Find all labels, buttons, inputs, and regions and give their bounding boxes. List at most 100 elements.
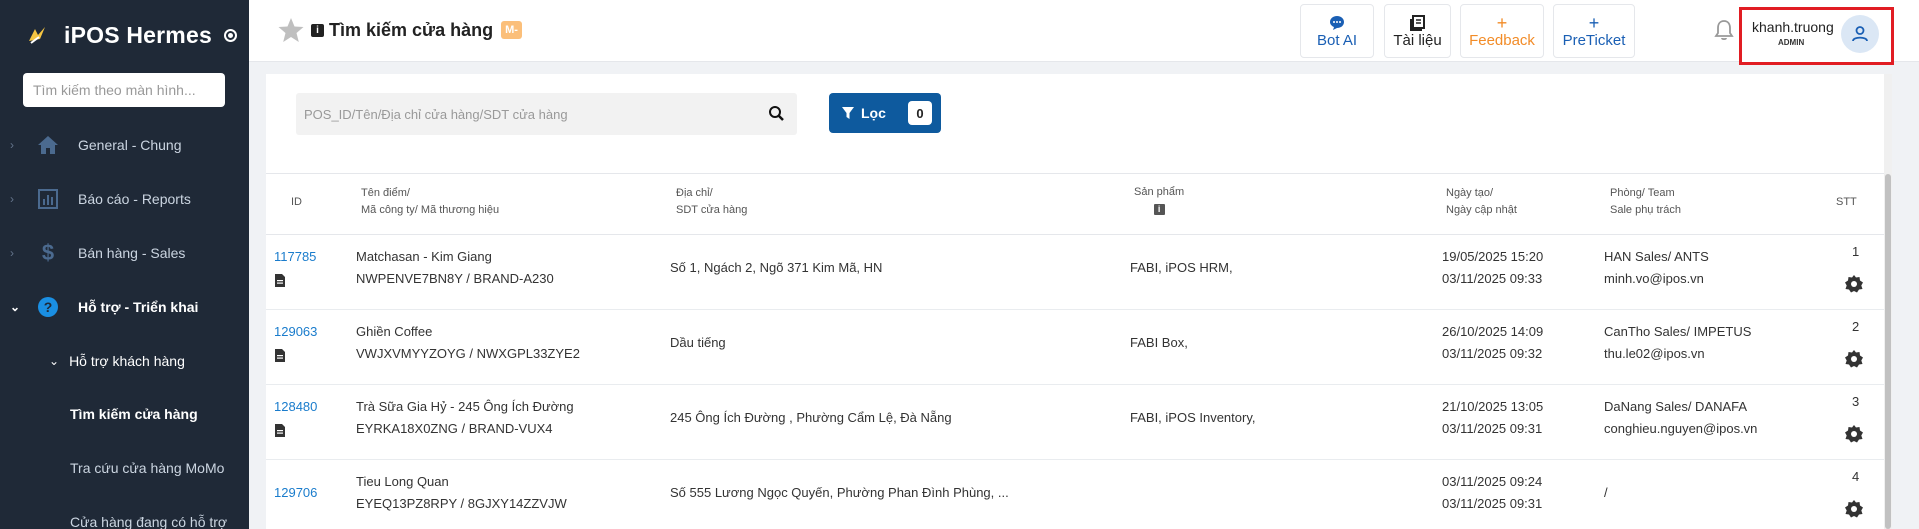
col-header-dates: Ngày tạo/ Ngày cập nhật bbox=[1446, 185, 1517, 219]
radio-indicator-icon[interactable] bbox=[223, 28, 237, 42]
document-icon[interactable] bbox=[275, 424, 285, 437]
chevron-right-icon: › bbox=[10, 246, 14, 260]
store-name: Matchasan - Kim Giang bbox=[356, 249, 492, 264]
col-header-dates-line2: Ngày cập nhật bbox=[1446, 204, 1517, 216]
gear-icon[interactable] bbox=[1844, 274, 1864, 294]
sidebar-item-momo-lookup[interactable]: Tra cứu cửa hàng MoMo bbox=[0, 448, 249, 488]
docs-button[interactable]: Tài liệu bbox=[1384, 4, 1451, 58]
store-products: FABI Box, bbox=[1130, 335, 1188, 350]
updated-date: 03/11/2025 09:31 bbox=[1442, 496, 1543, 511]
sidebar-item-label: Hỗ trợ - Triển khai bbox=[78, 299, 199, 315]
store-search-input[interactable] bbox=[296, 93, 756, 135]
user-icon bbox=[1852, 26, 1868, 42]
hermes-logo-icon bbox=[24, 22, 50, 48]
document-icon[interactable] bbox=[275, 274, 285, 287]
bar-chart-icon bbox=[36, 187, 60, 211]
star-icon[interactable] bbox=[277, 16, 305, 44]
app-title: iPOS Hermes bbox=[64, 21, 212, 48]
col-header-id: ID bbox=[291, 196, 302, 208]
search-icon[interactable] bbox=[767, 104, 787, 124]
svg-text:?: ? bbox=[44, 299, 53, 315]
created-date: 03/11/2025 09:24 bbox=[1442, 474, 1543, 489]
store-codes: VWJXVMYYZOYG / NWXGPL33ZYE2 bbox=[356, 346, 580, 361]
sidebar-item-store-search[interactable]: Tìm kiếm cửa hàng bbox=[0, 394, 249, 434]
store-address: 245 Ông Ích Đường , Phường Cẩm Lệ, Đà Nẵ… bbox=[670, 410, 952, 425]
avatar[interactable] bbox=[1841, 15, 1879, 53]
col-header-team-line1: Phòng/ Team bbox=[1610, 187, 1675, 199]
col-header-product-label: Sản phẩm bbox=[1134, 186, 1185, 198]
updated-date: 03/11/2025 09:32 bbox=[1442, 346, 1543, 361]
store-products: FABI, iPOS Inventory, bbox=[1130, 410, 1256, 425]
sidebar-subitem-label: Tìm kiếm cửa hàng bbox=[70, 406, 198, 422]
bot-ai-label: Bot AI bbox=[1316, 31, 1358, 49]
sidebar-subitem-label: Tra cứu cửa hàng MoMo bbox=[70, 460, 225, 476]
sidebar: iPOS Hermes › General - Chung › Báo cáo … bbox=[0, 0, 249, 529]
store-address: Số 1, Ngách 2, Ngõ 371 Kim Mã, HN bbox=[670, 260, 883, 275]
feedback-label: Feedback bbox=[1469, 31, 1535, 49]
filter-icon bbox=[842, 107, 854, 119]
gear-icon[interactable] bbox=[1844, 349, 1864, 369]
sale-email: minh.vo@ipos.vn bbox=[1604, 271, 1704, 286]
store-codes: EYRKA18X0ZNG / BRAND-VUX4 bbox=[356, 421, 553, 436]
bell-icon[interactable] bbox=[1712, 18, 1736, 42]
sidebar-subgroup-label: Hỗ trợ khách hàng bbox=[69, 353, 185, 369]
row-index: 2 bbox=[1852, 319, 1860, 334]
row-index: 4 bbox=[1852, 469, 1860, 484]
col-header-team-line2: Sale phụ trách bbox=[1610, 204, 1681, 216]
table-row[interactable]: 129063 Ghiền Coffee VWJXVMYYZOYG / NWXGP… bbox=[266, 310, 1884, 385]
sidebar-item-general[interactable]: › General - Chung bbox=[0, 125, 249, 165]
gear-icon[interactable] bbox=[1844, 499, 1864, 519]
scrollbar-thumb[interactable] bbox=[1885, 174, 1891, 529]
table-row[interactable]: 117785 Matchasan - Kim Giang NWPENVE7BN8… bbox=[266, 235, 1884, 310]
store-codes: EYEQ13PZ8RPY / 8GJXY14ZZVJW bbox=[356, 496, 567, 511]
chevron-down-icon: ⌄ bbox=[49, 354, 60, 368]
team: CanTho Sales/ IMPETUS bbox=[1604, 324, 1752, 339]
user-menu[interactable]: khanh.truong ADMIN bbox=[1739, 7, 1894, 65]
col-header-product: Sản phẩm i bbox=[1134, 184, 1184, 218]
table-header: ID Tên điểm/ Mã công ty/ Mã thương hiệu … bbox=[266, 173, 1884, 235]
created-date: 19/05/2025 15:20 bbox=[1442, 249, 1544, 264]
brand[interactable]: iPOS Hermes bbox=[0, 0, 249, 70]
info-icon[interactable]: i bbox=[311, 23, 324, 37]
user-role: ADMIN bbox=[1778, 38, 1805, 47]
row-index: 3 bbox=[1852, 394, 1860, 409]
filter-label: Lọc bbox=[861, 105, 886, 121]
filter-count-badge: 0 bbox=[908, 101, 932, 125]
plus-icon: + bbox=[1588, 12, 1600, 33]
store-id-link[interactable]: 128480 bbox=[274, 396, 317, 418]
gear-icon[interactable] bbox=[1844, 424, 1864, 444]
sidebar-item-supported-stores[interactable]: Cửa hàng đang có hỗ trợ bbox=[0, 502, 249, 529]
plus-icon: + bbox=[1496, 12, 1508, 33]
preticket-button[interactable]: + PreTicket bbox=[1553, 4, 1635, 58]
filter-button[interactable]: Lọc 0 bbox=[829, 93, 941, 133]
store-id-link[interactable]: 117785 bbox=[274, 246, 316, 268]
sidebar-subgroup-customer-support[interactable]: ⌄ Hỗ trợ khách hàng bbox=[0, 341, 249, 381]
team: / bbox=[1604, 485, 1608, 500]
bot-ai-button[interactable]: Bot AI bbox=[1300, 4, 1374, 58]
col-header-team: Phòng/ Team Sale phụ trách bbox=[1610, 185, 1681, 219]
sidebar-item-sales[interactable]: › $ Bán hàng - Sales bbox=[0, 233, 249, 273]
help-circle-icon: ? bbox=[36, 295, 60, 319]
col-header-name: Tên điểm/ Mã công ty/ Mã thương hiệu bbox=[361, 185, 499, 219]
table-row[interactable]: 129706 Tieu Long Quan EYEQ13PZ8RPY / 8GJ… bbox=[266, 460, 1884, 529]
col-header-address: Địa chỉ/ SDT cửa hàng bbox=[676, 185, 747, 219]
store-name: Ghiền Coffee bbox=[356, 324, 433, 339]
book-icon bbox=[1409, 14, 1426, 32]
store-id-link[interactable]: 129063 bbox=[274, 321, 317, 343]
vertical-scrollbar[interactable] bbox=[1884, 74, 1892, 529]
table-row[interactable]: 128480 Trà Sữa Gia Hỷ - 245 Ông Ích Đườn… bbox=[266, 385, 1884, 460]
row-index: 1 bbox=[1852, 244, 1860, 259]
col-header-dates-line1: Ngày tạo/ bbox=[1446, 187, 1494, 199]
top-header: i Tìm kiếm cửa hàng M- Bot AI Tài liệu +… bbox=[249, 0, 1919, 62]
col-header-name-line2: Mã công ty/ Mã thương hiệu bbox=[361, 204, 500, 216]
info-icon[interactable]: i bbox=[1153, 204, 1165, 215]
chevron-right-icon: › bbox=[10, 138, 14, 152]
sidebar-item-reports[interactable]: › Báo cáo - Reports bbox=[0, 179, 249, 219]
feedback-button[interactable]: + Feedback bbox=[1460, 4, 1544, 58]
sidebar-search-input[interactable] bbox=[23, 73, 225, 107]
sidebar-item-support[interactable]: ⌄ ? Hỗ trợ - Triển khai bbox=[0, 287, 249, 327]
store-address: Dầu tiếng bbox=[670, 335, 726, 350]
store-id-link[interactable]: 129706 bbox=[274, 482, 317, 504]
document-icon[interactable] bbox=[275, 349, 285, 362]
col-header-address-line1: Địa chỉ/ bbox=[676, 187, 713, 199]
